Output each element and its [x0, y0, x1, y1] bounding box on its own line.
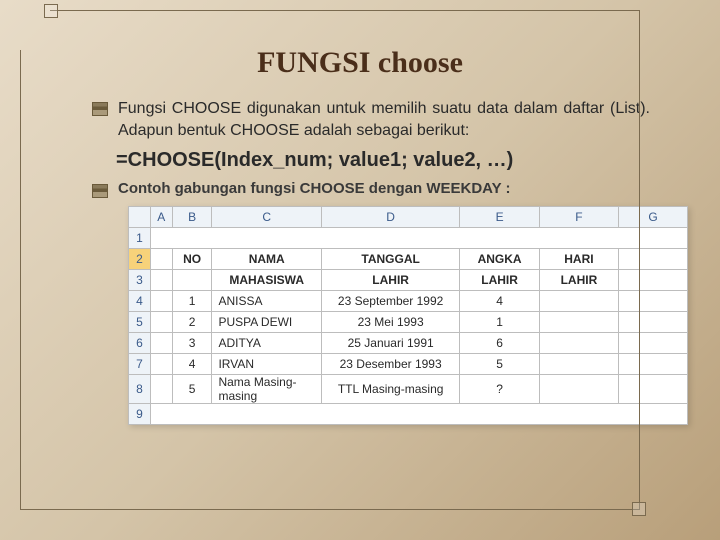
frame-line	[20, 509, 640, 510]
table-row: 1	[129, 228, 688, 249]
col-header: D	[321, 207, 459, 228]
page-title: FUNGSI choose	[40, 46, 680, 80]
bullet-icon	[92, 184, 108, 198]
table-row: 2 NO NAMA TANGGAL ANGKA HARI	[129, 249, 688, 270]
sheet-corner	[129, 207, 151, 228]
bullet-item: Fungsi CHOOSE digunakan untuk memilih su…	[92, 98, 650, 141]
col-header: G	[619, 207, 688, 228]
table-row: 4 1 ANISSA 23 September 1992 4	[129, 291, 688, 312]
row-header: 1	[129, 228, 151, 249]
content-area: Fungsi CHOOSE digunakan untuk memilih su…	[40, 98, 680, 425]
row-header: 4	[129, 291, 151, 312]
row-header: 6	[129, 333, 151, 354]
frame-line	[639, 10, 640, 510]
table-row: 9	[129, 404, 688, 425]
table-row: 3 MAHASISWA LAHIR LAHIR LAHIR	[129, 270, 688, 291]
row-header: 7	[129, 354, 151, 375]
row-header: 2	[129, 249, 151, 270]
table-row: 6 3 ADITYA 25 Januari 1991 6	[129, 333, 688, 354]
row-header: 3	[129, 270, 151, 291]
bullet-icon	[92, 102, 108, 116]
col-header-row: A B C D E F G	[129, 207, 688, 228]
col-header: F	[539, 207, 618, 228]
col-header: C	[212, 207, 321, 228]
col-header: B	[172, 207, 212, 228]
row-header: 5	[129, 312, 151, 333]
formula-text: =CHOOSE(Index_num; value1; value2, …)	[116, 149, 650, 172]
corner-ornament	[632, 502, 646, 516]
frame-line	[20, 50, 21, 510]
table-row: 7 4 IRVAN 23 Desember 1993 5	[129, 354, 688, 375]
bullet-item: Contoh gabungan fungsi CHOOSE dengan WEE…	[92, 180, 650, 198]
table-row: 5 2 PUSPA DEWI 23 Mei 1993 1	[129, 312, 688, 333]
row-header: 9	[129, 404, 151, 425]
subheading: Contoh gabungan fungsi CHOOSE dengan WEE…	[118, 180, 511, 197]
spreadsheet-example: A B C D E F G 1 2 NO NAMA TANGGAL ANGKA …	[128, 206, 688, 425]
col-header: A	[150, 207, 172, 228]
slide: FUNGSI choose Fungsi CHOOSE digunakan un…	[0, 0, 720, 540]
corner-ornament	[44, 4, 58, 18]
row-header: 8	[129, 375, 151, 404]
table-row: 8 5 Nama Masing-masing TTL Masing-masing…	[129, 375, 688, 404]
paragraph: Fungsi CHOOSE digunakan untuk memilih su…	[118, 98, 650, 141]
frame-line	[50, 10, 640, 11]
col-header: E	[460, 207, 539, 228]
